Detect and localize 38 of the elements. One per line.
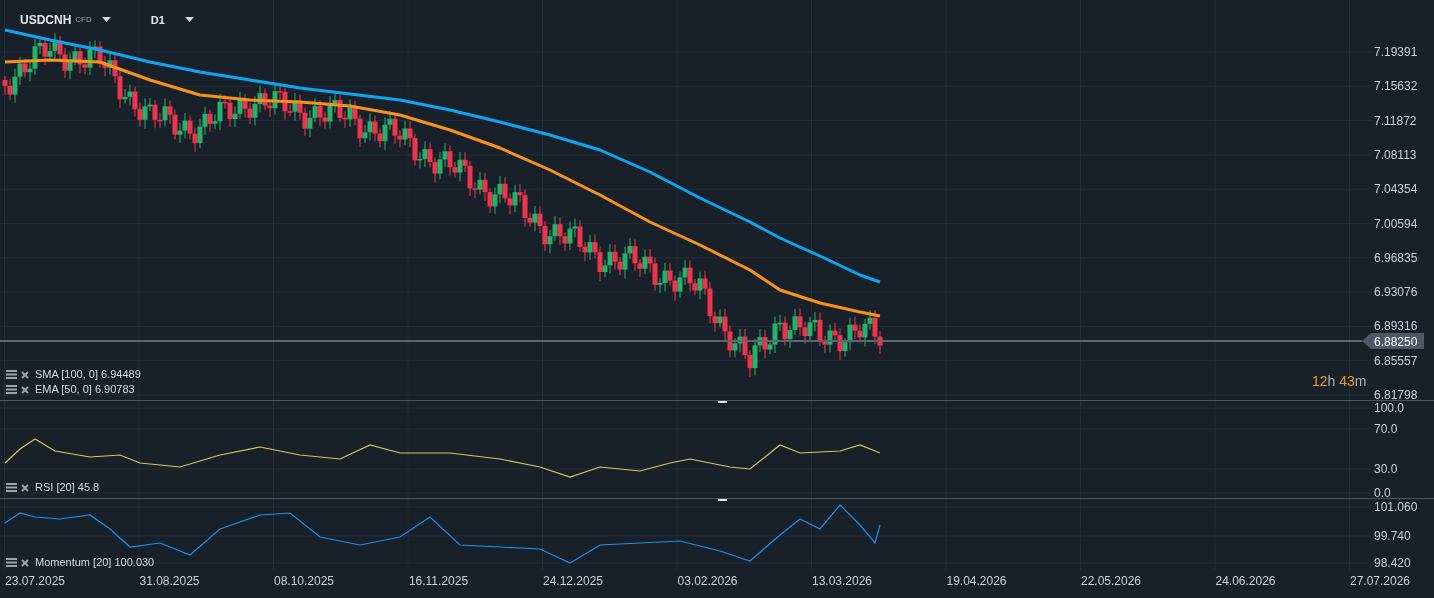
- axis-label: 6.93076: [1374, 285, 1418, 300]
- countdown-timer: 12h 43m: [1312, 372, 1367, 391]
- axis-label: 30.0: [1374, 462, 1398, 476]
- indicator-legend: Momentum [20] 100.030: [35, 554, 155, 571]
- date-label: 08.10.2025: [273, 574, 335, 588]
- axis-label: 7.00594: [1374, 216, 1418, 231]
- axis-label: 100.0: [1374, 401, 1405, 415]
- indicator-legend: RSI [20] 45.8: [35, 479, 100, 496]
- indicator-legend: SMA [100, 0] 6.94489: [35, 366, 141, 383]
- axis-label: 6.81798: [1374, 388, 1418, 400]
- axis-label: 6.89316: [1374, 319, 1418, 334]
- date-label: 27.07.2026: [1349, 574, 1411, 588]
- axis-label: 98.420: [1374, 556, 1411, 570]
- axis-label: 7.04354: [1374, 182, 1418, 197]
- axis-label: 6.85557: [1374, 353, 1418, 368]
- price-badge: 6.88250: [1362, 333, 1424, 349]
- date-label: 19.04.2026: [946, 574, 1007, 588]
- indicator-legend: EMA [50, 0] 6.90783: [35, 381, 135, 398]
- axis-label: 99.740: [1374, 529, 1411, 543]
- axis-label: 7.15632: [1374, 79, 1418, 94]
- date-label: 24.12.2025: [542, 574, 604, 588]
- axis-label: 7.08113: [1374, 147, 1417, 162]
- date-label: 03.02.2026: [677, 574, 738, 588]
- axis-label: 7.11872: [1374, 113, 1417, 128]
- instrument-type: CFD: [75, 14, 92, 26]
- date-label: 24.06.2026: [1215, 574, 1276, 588]
- date-label: 22.05.2026: [1080, 574, 1142, 588]
- date-label: 31.08.2025: [139, 574, 200, 588]
- timeframe-label[interactable]: D1: [150, 11, 165, 29]
- date-label: 16.11.2025: [408, 574, 469, 588]
- symbol-label[interactable]: USDCNH: [20, 11, 72, 29]
- axis-label: 6.96835: [1374, 250, 1418, 265]
- axis-label: 101.060: [1374, 500, 1418, 514]
- axis-label: 0.0: [1374, 486, 1391, 498]
- axis-label: 7.19391: [1374, 45, 1418, 59]
- date-label: 23.07.2025: [4, 574, 66, 588]
- axis-label: 70.0: [1374, 422, 1398, 436]
- date-label: 13.03.2026: [811, 574, 873, 588]
